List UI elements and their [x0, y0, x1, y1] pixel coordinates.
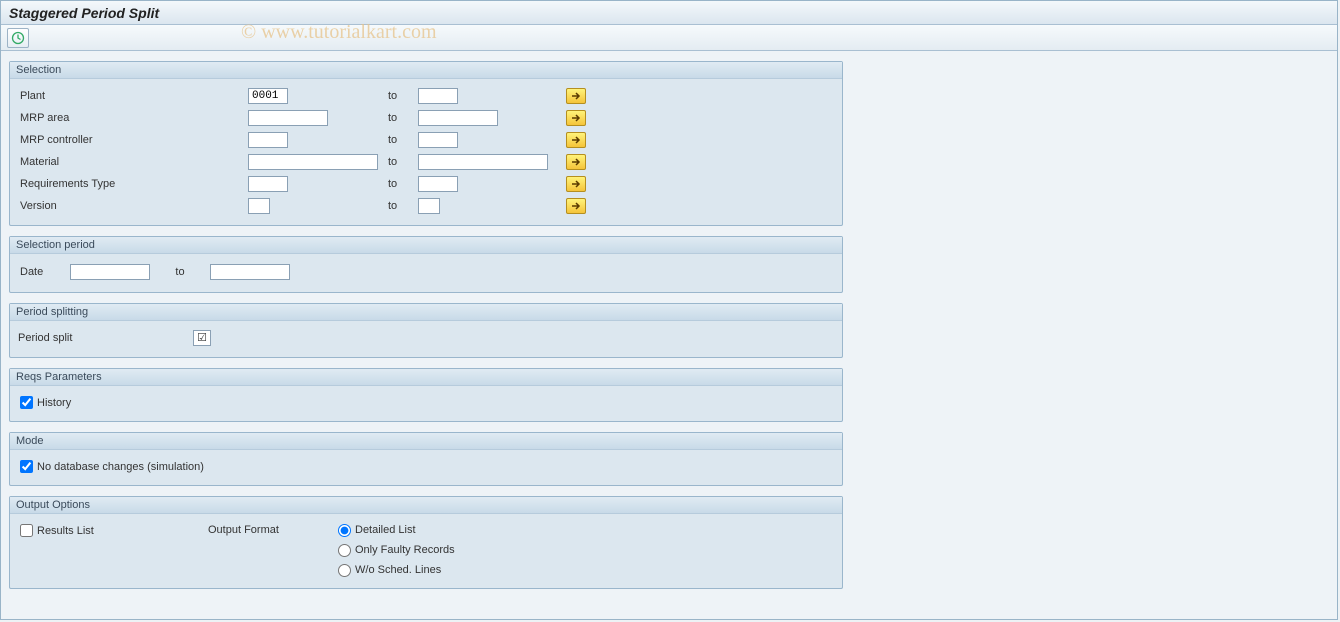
material-label: Material [18, 156, 248, 168]
reqtype-multiselect-button[interactable] [566, 176, 586, 192]
date-from-input[interactable] [70, 264, 150, 280]
period-split-label: Period split [18, 332, 193, 344]
mrparea-multiselect-button[interactable] [566, 110, 586, 126]
check-icon: ☑ [197, 333, 207, 344]
selection-period-title: Selection period [10, 237, 842, 254]
app-window: Staggered Period Split © www.tutorialkar… [0, 0, 1338, 620]
reqtype-from-input[interactable] [248, 176, 288, 192]
selection-row-mrpctrl: MRP controller to [18, 129, 834, 151]
selection-row-version: Version to [18, 195, 834, 217]
arrow-right-icon [571, 179, 581, 189]
simulation-label: No database changes (simulation) [37, 461, 204, 473]
mrparea-label: MRP area [18, 112, 248, 124]
period-split-input[interactable]: ☑ [193, 330, 211, 346]
mrparea-from-input[interactable] [248, 110, 328, 126]
simulation-checkbox[interactable] [20, 460, 33, 473]
detailed-list-radio[interactable] [338, 524, 351, 537]
toolbar [1, 25, 1337, 51]
date-to-label: to [150, 266, 210, 278]
arrow-right-icon [571, 113, 581, 123]
reqtype-label: Requirements Type [18, 178, 248, 190]
output-options-title: Output Options [10, 497, 842, 514]
version-label: Version [18, 200, 248, 212]
date-to-input[interactable] [210, 264, 290, 280]
mode-title: Mode [10, 433, 842, 450]
only-faulty-label: Only Faulty Records [355, 544, 455, 556]
date-label: Date [20, 266, 70, 278]
plant-label: Plant [18, 90, 248, 102]
only-faulty-radio[interactable] [338, 544, 351, 557]
mrpctrl-multiselect-button[interactable] [566, 132, 586, 148]
results-list-checkbox[interactable] [20, 524, 33, 537]
version-from-input[interactable] [248, 198, 270, 214]
period-splitting-title: Period splitting [10, 304, 842, 321]
material-from-input[interactable] [248, 154, 378, 170]
material-to-input[interactable] [418, 154, 548, 170]
execute-button[interactable] [7, 28, 29, 48]
content-area: Selection Plant to MRP area to [1, 51, 1337, 609]
arrow-right-icon [571, 201, 581, 211]
results-list-label: Results List [37, 525, 94, 537]
arrow-right-icon [571, 91, 581, 101]
version-multiselect-button[interactable] [566, 198, 586, 214]
reqs-parameters-title: Reqs Parameters [10, 369, 842, 386]
plant-multiselect-button[interactable] [566, 88, 586, 104]
mrpctrl-from-input[interactable] [248, 132, 288, 148]
material-multiselect-button[interactable] [566, 154, 586, 170]
wo-sched-label: W/o Sched. Lines [355, 564, 441, 576]
wo-sched-radio[interactable] [338, 564, 351, 577]
clock-execute-icon [11, 31, 25, 45]
selection-row-mrparea: MRP area to [18, 107, 834, 129]
arrow-right-icon [571, 157, 581, 167]
page-title: Staggered Period Split [9, 5, 1329, 21]
selection-group: Selection Plant to MRP area to [9, 61, 843, 226]
arrow-right-icon [571, 135, 581, 145]
mrparea-to-input[interactable] [418, 110, 498, 126]
detailed-list-label: Detailed List [355, 524, 416, 536]
selection-group-title: Selection [10, 62, 842, 79]
version-to-input[interactable] [418, 198, 440, 214]
reqtype-to-input[interactable] [418, 176, 458, 192]
title-bar: Staggered Period Split [1, 1, 1337, 25]
output-options-group: Output Options Results List Output Forma… [9, 496, 843, 589]
plant-to-input[interactable] [418, 88, 458, 104]
mrpctrl-to-input[interactable] [418, 132, 458, 148]
plant-from-input[interactable] [248, 88, 288, 104]
output-format-label: Output Format [208, 524, 279, 536]
history-label: History [37, 397, 71, 409]
selection-row-plant: Plant to [18, 85, 834, 107]
to-label: to [388, 90, 418, 102]
period-splitting-group: Period splitting Period split ☑ [9, 303, 843, 358]
reqs-parameters-group: Reqs Parameters History [9, 368, 843, 422]
selection-period-group: Selection period Date to [9, 236, 843, 293]
history-checkbox[interactable] [20, 396, 33, 409]
mrpctrl-label: MRP controller [18, 134, 248, 146]
selection-row-reqtype: Requirements Type to [18, 173, 834, 195]
selection-row-material: Material to [18, 151, 834, 173]
mode-group: Mode No database changes (simulation) [9, 432, 843, 486]
